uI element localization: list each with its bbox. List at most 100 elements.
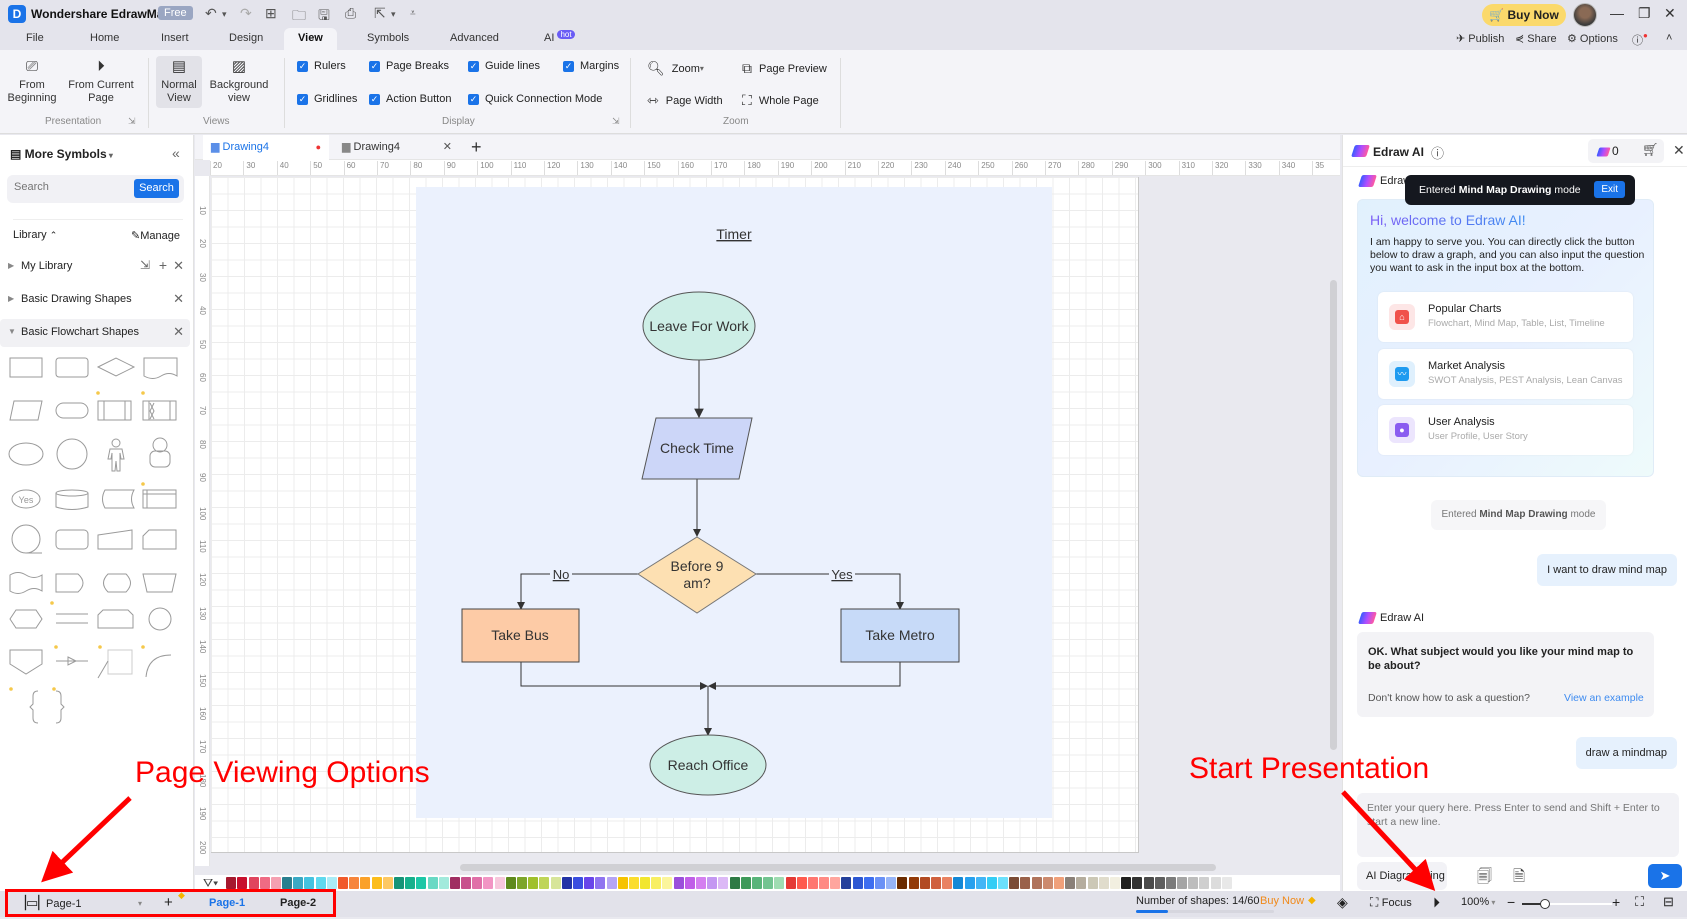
new-file-icon[interactable]: ⊞ [265, 5, 277, 22]
shape-rounded-rectangle[interactable] [55, 357, 89, 378]
undo-icon[interactable]: ↶ [205, 5, 217, 22]
color-swatch[interactable] [740, 877, 751, 889]
node-take-metro[interactable]: Take Metro [840, 608, 960, 663]
color-swatch[interactable] [1098, 877, 1109, 889]
color-swatch[interactable] [237, 877, 248, 889]
color-swatch[interactable] [774, 877, 785, 889]
color-swatch[interactable] [416, 877, 427, 889]
color-swatch[interactable] [852, 877, 863, 889]
color-swatch[interactable] [1165, 877, 1176, 889]
color-swatch[interactable] [349, 877, 360, 889]
tab-insert[interactable]: Insert [161, 32, 189, 44]
buy-now-link[interactable]: Buy Now [1260, 895, 1304, 907]
shape-card[interactable] [142, 529, 177, 550]
color-swatch[interactable] [528, 877, 539, 889]
shape-process[interactable] [9, 357, 43, 378]
print-icon[interactable]: ⎙ [345, 5, 356, 22]
color-swatch[interactable] [1065, 877, 1076, 889]
color-swatch[interactable] [382, 877, 393, 889]
quick-connection-mode-checkbox[interactable]: ✓ Quick Connection Mode [468, 93, 602, 105]
shape-terminator[interactable] [55, 402, 89, 419]
focus-button[interactable]: ⛶ Focus [1370, 895, 1412, 910]
color-swatch[interactable] [1143, 877, 1154, 889]
new-tab-button[interactable]: + [471, 135, 482, 160]
color-swatch[interactable] [539, 877, 550, 889]
color-swatch[interactable] [1132, 877, 1143, 889]
color-swatch[interactable] [930, 877, 941, 889]
horizontal-scrollbar[interactable] [460, 864, 1216, 871]
vertical-scrollbar[interactable] [1330, 280, 1337, 750]
cart-icon[interactable]: 🛒︎ [1642, 142, 1659, 158]
library-item-basic-flowchart-shapes[interactable]: ▼ Basic Flowchart Shapes ✕ [0, 319, 190, 347]
market-analysis-card[interactable]: 〰 Market Analysis SWOT Analysis, PEST An… [1378, 349, 1633, 399]
color-swatch[interactable] [886, 877, 897, 889]
color-swatch[interactable] [293, 877, 304, 889]
shape-sequential-data[interactable] [11, 524, 42, 554]
color-swatch[interactable] [393, 877, 404, 889]
send-button[interactable]: ➤ [1648, 864, 1682, 888]
whole-page-button[interactable]: ⛶ Whole Page [742, 92, 819, 109]
tab-symbols[interactable]: Symbols [367, 32, 409, 44]
help-icon[interactable]: ⓘ● [1632, 31, 1648, 48]
color-swatch[interactable] [841, 877, 852, 889]
save-icon[interactable]: 🖫 [318, 5, 330, 29]
color-swatch[interactable] [1042, 877, 1053, 889]
shape-connector[interactable] [148, 607, 172, 631]
color-swatch[interactable] [875, 877, 885, 889]
shape-manual-input[interactable] [97, 529, 133, 550]
shape-ellipse[interactable] [8, 442, 44, 466]
buy-now-button[interactable]: 🛒 Buy Now [1482, 4, 1566, 26]
zoom-dropdown[interactable]: 🔍︎ Zoom ▾ [647, 60, 704, 77]
color-swatch[interactable] [270, 877, 281, 889]
color-swatch[interactable] [259, 877, 270, 889]
color-swatch[interactable] [371, 877, 382, 889]
margins-checkbox[interactable]: ✓ Margins [563, 60, 619, 72]
color-swatch[interactable] [449, 877, 460, 889]
color-swatch[interactable] [304, 877, 315, 889]
color-swatch[interactable] [919, 877, 930, 889]
search-button[interactable]: Search [134, 179, 179, 198]
manage-button[interactable]: ✎Manage [131, 229, 180, 242]
zoom-in-button[interactable]: + [1612, 894, 1620, 910]
color-swatch[interactable] [438, 877, 449, 889]
shape-off-page-reference[interactable] [9, 649, 43, 675]
zoom-out-button[interactable]: − [1507, 894, 1515, 910]
color-swatch[interactable] [1188, 877, 1199, 889]
color-swatch[interactable] [796, 877, 807, 889]
page-preview-button[interactable]: ⧉ Page Preview [742, 60, 827, 77]
options-button[interactable]: ⚙ Options [1567, 32, 1618, 45]
doc-tab[interactable]: ▆ Drawing4 ✕ [330, 135, 460, 160]
close-icon[interactable]: ✕ [173, 291, 184, 307]
color-swatch[interactable] [897, 877, 908, 889]
import-icon[interactable]: ⇲ [140, 258, 150, 272]
color-swatch[interactable] [1121, 877, 1132, 889]
color-swatch[interactable] [763, 877, 774, 889]
background-view-button[interactable]: ▨ Background view [208, 58, 270, 105]
color-swatch[interactable] [617, 877, 628, 889]
close-panel-icon[interactable]: ✕ [1673, 142, 1685, 159]
view-example-link[interactable]: View an example [1564, 692, 1644, 704]
color-swatch[interactable] [461, 877, 472, 889]
shape-annotation-note[interactable] [97, 645, 133, 679]
zoom-slider-handle[interactable] [1539, 899, 1550, 909]
color-swatch[interactable] [1020, 877, 1031, 889]
close-icon[interactable]: ✕ [173, 258, 184, 274]
export-dropdown-icon[interactable]: ▾ [391, 9, 396, 20]
color-swatch[interactable] [1054, 877, 1064, 889]
user-analysis-card[interactable]: ● User Analysis User Profile, User Story [1378, 405, 1633, 455]
open-folder-icon[interactable]: 🗀 [292, 5, 306, 29]
layers-icon[interactable]: ◈ [1337, 894, 1348, 911]
color-swatch[interactable] [226, 877, 237, 889]
color-swatch[interactable] [718, 877, 729, 889]
share-button[interactable]: ⋞ Share [1515, 32, 1557, 45]
shape-preparation[interactable] [9, 609, 43, 629]
tab-ai[interactable]: AI hot [544, 30, 575, 44]
color-swatch[interactable] [830, 877, 841, 889]
library-toggle[interactable]: Library ⌃ [13, 229, 57, 241]
display-settings-icon[interactable]: ⇲ [612, 116, 620, 127]
shape-delay[interactable] [55, 573, 84, 593]
exit-mode-button[interactable]: Exit [1594, 181, 1625, 198]
color-swatch[interactable] [662, 877, 673, 889]
color-swatch[interactable] [1210, 877, 1221, 889]
node-take-bus[interactable]: Take Bus [461, 608, 580, 663]
